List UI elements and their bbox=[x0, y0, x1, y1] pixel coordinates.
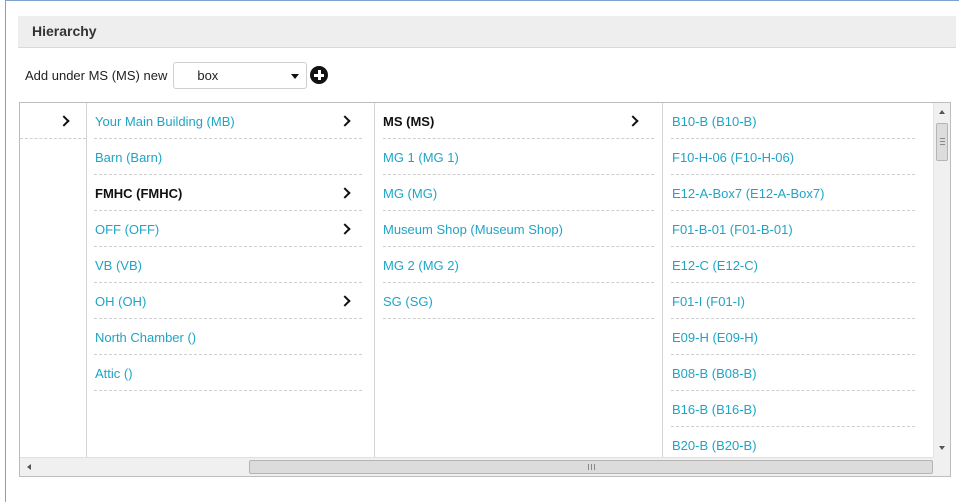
list-item[interactable]: F10-H-06 (F10-H-06) bbox=[671, 139, 915, 175]
list-item-label: Attic () bbox=[95, 365, 133, 381]
list-item[interactable]: B10-B (B10-B) bbox=[671, 103, 915, 139]
node-type-select-value: box bbox=[197, 67, 219, 83]
column-1: Your Main Building (MB) Barn (Barn) FMHC (… bbox=[87, 103, 375, 457]
list-item-label: B16-B (B16-B) bbox=[672, 401, 757, 417]
list-item[interactable]: OH (OH) bbox=[94, 283, 362, 319]
column-3: B10-B (B10-B) F10-H-06 (F10-H-06) E12-A-Bo… bbox=[663, 103, 933, 463]
list-item[interactable]: Museum Shop (Museum Shop) bbox=[383, 211, 654, 247]
panel-title: Hierarchy bbox=[32, 23, 97, 39]
root-item[interactable] bbox=[20, 103, 86, 139]
list-item-label: VB (VB) bbox=[95, 257, 142, 273]
list-item-label: MS (MS) bbox=[383, 113, 435, 129]
list-item-label: F01-I (F01-I) bbox=[672, 293, 745, 309]
list-item[interactable]: North Chamber () bbox=[94, 319, 362, 355]
scroll-left-icon[interactable] bbox=[27, 464, 31, 470]
column-2: MS (MS) MG 1 (MG 1) MG (MG) Museum Shop (Mu… bbox=[375, 103, 663, 457]
plus-circle-icon[interactable] bbox=[310, 66, 329, 84]
horizontal-scrollbar[interactable] bbox=[20, 457, 950, 476]
list-item-label: MG 2 (MG 2) bbox=[383, 257, 459, 273]
scroll-down-icon[interactable] bbox=[939, 446, 945, 450]
list-item[interactable]: E12-C (E12-C) bbox=[671, 247, 915, 283]
list-item-label: SG (SG) bbox=[383, 293, 433, 309]
list-item-label: MG 1 (MG 1) bbox=[383, 149, 459, 165]
list-item-label: Museum Shop (Museum Shop) bbox=[383, 221, 563, 237]
list-item[interactable]: SG (SG) bbox=[383, 283, 654, 319]
list-item-label: North Chamber () bbox=[95, 329, 197, 345]
list-item-label: FMHC (FMHC) bbox=[95, 185, 183, 201]
grip-line bbox=[940, 138, 945, 139]
node-type-select[interactable]: box bbox=[173, 61, 308, 89]
chevron-right-icon[interactable] bbox=[58, 115, 70, 127]
list-item-label: OH (OH) bbox=[95, 293, 147, 309]
vertical-scroll-thumb[interactable] bbox=[936, 123, 948, 161]
list-item-label: E12-C (E12-C) bbox=[672, 257, 758, 273]
panel-header: Hierarchy bbox=[18, 16, 956, 48]
chevron-right-icon[interactable] bbox=[339, 223, 351, 235]
list-item[interactable]: B16-B (B16-B) bbox=[671, 391, 915, 427]
row-divider bbox=[383, 318, 654, 319]
list-item[interactable]: Your Main Building (MB) bbox=[94, 103, 362, 139]
list-item-label: B08-B (B08-B) bbox=[672, 365, 757, 381]
list-item[interactable]: FMHC (FMHC) bbox=[94, 175, 362, 211]
add-under-label: Add under MS (MS) new bbox=[25, 67, 168, 83]
list-item-label: F10-H-06 (F10-H-06) bbox=[672, 149, 795, 165]
list-item[interactable]: E09-H (E09-H) bbox=[671, 319, 915, 355]
list-item[interactable]: OFF (OFF) bbox=[94, 211, 362, 247]
chevron-right-icon[interactable] bbox=[339, 295, 351, 307]
list-item-label: B10-B (B10-B) bbox=[672, 113, 757, 129]
vertical-scrollbar[interactable] bbox=[933, 103, 950, 457]
list-item[interactable]: B08-B (B08-B) bbox=[671, 355, 915, 391]
list-item-label: F01-B-01 (F01-B-01) bbox=[672, 221, 793, 237]
list-item[interactable]: F01-B-01 (F01-B-01) bbox=[671, 211, 915, 247]
list-item[interactable]: Attic () bbox=[94, 355, 362, 391]
list-item[interactable]: MG 2 (MG 2) bbox=[383, 247, 654, 283]
row-divider bbox=[94, 390, 362, 391]
list-item-label: E12-A-Box7 (E12-A-Box7) bbox=[672, 185, 825, 201]
list-item-label: Barn (Barn) bbox=[95, 149, 163, 165]
list-item[interactable]: MG 1 (MG 1) bbox=[383, 139, 654, 175]
add-row: Add under MS (MS) new box bbox=[25, 61, 329, 89]
list-item-label: E09-H (E09-H) bbox=[672, 329, 758, 345]
list-item[interactable]: E12-A-Box7 (E12-A-Box7) bbox=[671, 175, 915, 211]
list-item-label: OFF (OFF) bbox=[95, 221, 160, 237]
list-item[interactable]: VB (VB) bbox=[94, 247, 362, 283]
list-item[interactable]: Barn (Barn) bbox=[94, 139, 362, 175]
grip-line bbox=[591, 464, 592, 470]
list-item[interactable]: MG (MG) bbox=[383, 175, 654, 211]
chevron-right-icon[interactable] bbox=[627, 115, 639, 127]
scrollbar-corner bbox=[933, 457, 950, 476]
list-item[interactable]: F01-I (F01-I) bbox=[671, 283, 915, 319]
list-item-label: B20-B (B20-B) bbox=[672, 437, 757, 453]
grip-line bbox=[588, 464, 589, 470]
list-item[interactable]: MS (MS) bbox=[383, 103, 654, 139]
hierarchy-browser: Your Main Building (MB) Barn (Barn) FMHC (… bbox=[19, 102, 951, 477]
horizontal-scroll-thumb[interactable] bbox=[249, 460, 933, 474]
list-item-label: Your Main Building (MB) bbox=[95, 113, 235, 129]
grip-line bbox=[940, 141, 945, 142]
grip-line bbox=[940, 144, 945, 145]
grip-line bbox=[594, 464, 595, 470]
scroll-up-icon[interactable] bbox=[939, 110, 945, 114]
column-0 bbox=[20, 103, 87, 457]
row-divider bbox=[20, 138, 86, 139]
caret-down-icon bbox=[291, 73, 300, 79]
chevron-right-icon[interactable] bbox=[339, 115, 351, 127]
list-item-label: MG (MG) bbox=[383, 185, 438, 201]
chevron-right-icon[interactable] bbox=[339, 187, 351, 199]
